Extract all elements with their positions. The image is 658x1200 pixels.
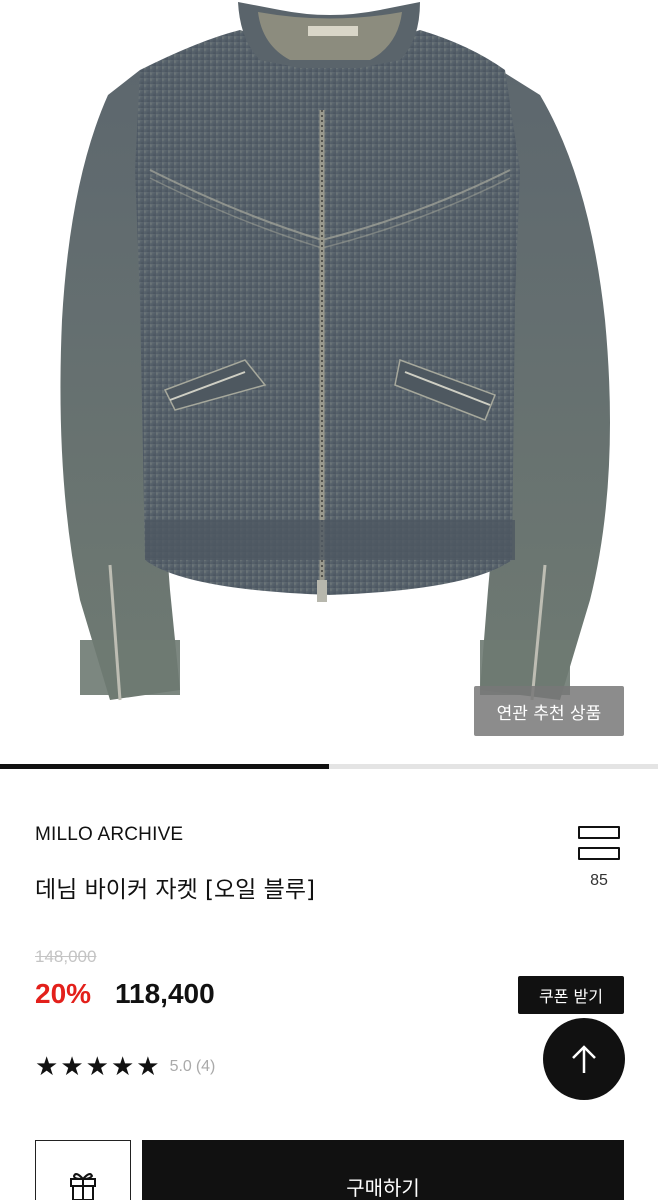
sale-price: 118,400 [115, 978, 215, 1009]
discount-rate: 20% [35, 978, 92, 1009]
related-products-button[interactable]: 연관 추천 상품 [474, 686, 624, 736]
coupon-button[interactable]: 쿠폰 받기 [518, 976, 624, 1014]
arrow-up-icon [572, 1045, 596, 1073]
wishlist-count: 85 [590, 872, 608, 889]
original-price: 148,000 [35, 947, 97, 966]
related-products-label: 연관 추천 상품 [496, 703, 602, 724]
brand-name[interactable]: MILLO ARCHIVE [35, 824, 183, 846]
review-count: (4) [195, 1058, 216, 1075]
jacket-illustration [60, 2, 610, 701]
progress-fill [0, 764, 329, 769]
scroll-top-button[interactable] [543, 1018, 625, 1100]
rating-stars: ★ ★ ★ ★ ★ [35, 1054, 160, 1080]
rating-score: 5.0 [169, 1058, 192, 1075]
star-icon: ★ [85, 1052, 109, 1082]
product-image[interactable]: 연관 추천 상품 [0, 0, 658, 760]
star-icon: ★ [110, 1052, 135, 1082]
star-icon: ★ [35, 1052, 59, 1082]
gift-icon [70, 1173, 96, 1200]
wishlist-icon [578, 826, 620, 860]
buy-button-label: 구매하기 [346, 1176, 420, 1200]
image-carousel-progress [0, 764, 658, 769]
buy-button[interactable]: 구매하기 [142, 1140, 624, 1200]
coupon-label: 쿠폰 받기 [539, 987, 603, 1006]
wishlist-button[interactable]: 85 [572, 826, 626, 898]
rating[interactable]: ★ ★ ★ ★ ★ 5.0 (4) [35, 1054, 215, 1080]
gift-button[interactable] [35, 1140, 131, 1200]
product-title: 데님 바이커 자켓 [오일 블루] [35, 877, 315, 903]
star-icon: ★ [136, 1052, 160, 1082]
star-icon: ★ [60, 1052, 84, 1082]
